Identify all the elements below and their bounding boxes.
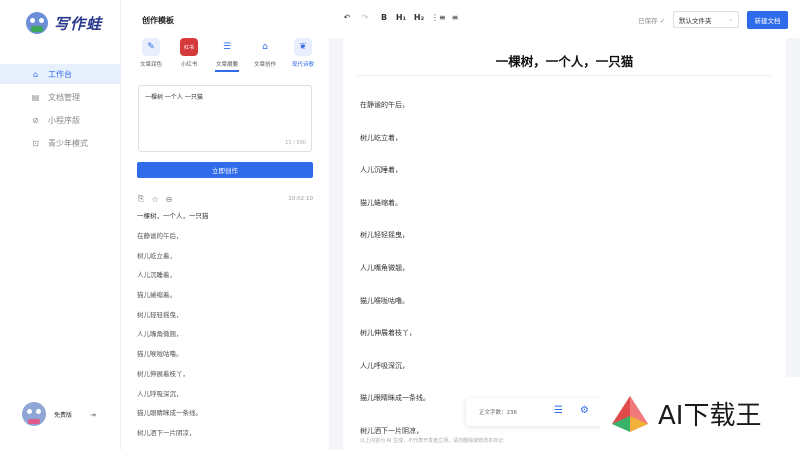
word-count-panel: 正文字数：236 ☰ ⚙ bbox=[466, 398, 606, 426]
template-modern-poetry[interactable]: ❦ 现代诗歌 bbox=[286, 38, 320, 72]
outline-icon[interactable]: ☰ bbox=[554, 405, 568, 419]
document-line: 树儿屹立着， bbox=[360, 133, 402, 142]
sidebar-item-label: 文档管理 bbox=[48, 92, 80, 102]
result-line: 人儿呼吸深沉， bbox=[137, 389, 183, 398]
ordered-list-icon[interactable]: ⋮≡ bbox=[431, 13, 446, 22]
template-article[interactable]: ⌂ 文章创作 bbox=[248, 38, 282, 72]
folder-select[interactable]: 默认文件夹 ⌄ bbox=[673, 11, 739, 28]
result-line: 树儿屹立着， bbox=[137, 251, 176, 260]
document-line: 猫儿蜷缩着。 bbox=[360, 198, 402, 207]
xiaohongshu-icon: 红书 bbox=[180, 38, 198, 56]
result-line: 在静谧的午后， bbox=[137, 232, 183, 240]
create-button[interactable]: 立即创作 bbox=[137, 162, 313, 178]
result-line: 树儿轻轻摇曳， bbox=[137, 310, 183, 319]
insert-icon[interactable]: ⊖ bbox=[165, 195, 173, 204]
prompt-input[interactable]: 一棵树 一个人 一只猫 11 / 500 bbox=[138, 85, 312, 152]
document-line: 猫儿眼睛眯成一条线。 bbox=[360, 394, 430, 403]
document-line: 人儿呼吸深沉， bbox=[360, 361, 409, 370]
redo-icon[interactable]: ↷ bbox=[359, 13, 371, 22]
result-time: 10:02:10 bbox=[288, 196, 313, 202]
miniprogram-icon: ⊘ bbox=[32, 115, 39, 125]
watermark-logo-icon bbox=[612, 395, 648, 432]
sidebar-nav: ⌂ 工作台 ▤ 文档管理 ⊘ 小程序版 ⊡ 青少年模式 bbox=[0, 64, 121, 156]
user-profile[interactable]: 免费版 bbox=[22, 402, 72, 426]
prompt-text[interactable]: 一棵树 一个人 一只猫 bbox=[145, 92, 203, 101]
document-title[interactable]: 一棵树，一个人，一只猫 bbox=[343, 51, 786, 70]
home-icon: ⌂ bbox=[32, 69, 39, 79]
result-actions: ⎘ ☆ ⊖ 10:02:10 bbox=[137, 194, 313, 204]
unordered-list-icon[interactable]: ≡ bbox=[449, 13, 461, 22]
new-document-button[interactable]: 新建文档 bbox=[747, 11, 788, 29]
document-line: 树儿轻轻摇曳， bbox=[360, 231, 409, 240]
watermark-text: AI下载王 bbox=[658, 401, 762, 431]
copy-icon[interactable]: ⎘ bbox=[137, 194, 145, 204]
teen-icon: ⊡ bbox=[32, 138, 39, 148]
list-icon: ☰ bbox=[222, 42, 232, 52]
result-line: 猫儿喉咙咕噜。 bbox=[137, 350, 183, 359]
document-line: 人儿沉睡着， bbox=[360, 166, 402, 175]
sidebar-item-teen-mode[interactable]: ⊡ 青少年模式 bbox=[0, 133, 121, 153]
undo-icon[interactable]: ↶ bbox=[341, 13, 353, 22]
result-line: 人儿嘴角微翘， bbox=[137, 330, 183, 339]
template-label: 小红书 bbox=[180, 62, 198, 68]
document-icon: ▤ bbox=[31, 92, 40, 102]
result-line: 猫儿蜷缩着。 bbox=[137, 291, 176, 300]
active-template-indicator bbox=[215, 70, 239, 72]
title-divider bbox=[357, 75, 771, 76]
result-line: 猫儿眼睛眯成一条线。 bbox=[137, 409, 202, 418]
bold-button[interactable]: B bbox=[378, 13, 390, 22]
format-icon[interactable]: ⚙ bbox=[580, 405, 594, 419]
brush-icon: ✎ bbox=[142, 38, 160, 56]
document-line: 树儿伸展着枝丫， bbox=[360, 329, 416, 338]
box-icon: ⌂ bbox=[262, 42, 268, 52]
template-label: 文章摘要 bbox=[215, 62, 238, 68]
sidebar-item-label: 青少年模式 bbox=[48, 138, 88, 148]
save-status: 已保存 ✓ bbox=[638, 17, 666, 25]
template-panel: 创作模板 ✎ 文章润色 红书 小红书 ☰ 文章摘要 ⌂ 文章创作 ❦ 现代诗歌 … bbox=[121, 0, 329, 450]
heading1-button[interactable]: H₁ bbox=[395, 13, 407, 22]
result-line: 人儿沉睡着， bbox=[137, 271, 176, 280]
app-name: 写作蛙 bbox=[54, 14, 103, 33]
template-label: 文章润色 bbox=[139, 62, 162, 68]
result-line: 树儿洒下一片阴凉， bbox=[137, 428, 196, 437]
sidebar-item-workbench[interactable]: ⌂ 工作台 bbox=[0, 64, 121, 84]
result-title: 一棵树，一个人，一只猫 bbox=[137, 212, 209, 220]
document-line: 猫儿喉咙咕噜。 bbox=[360, 296, 409, 305]
heading2-button[interactable]: H₂ bbox=[413, 13, 425, 22]
sidebar-item-label: 小程序版 bbox=[48, 115, 80, 125]
app-logo[interactable]: 写作蛙 bbox=[26, 12, 102, 34]
template-label: 现代诗歌 bbox=[291, 62, 314, 68]
logout-icon[interactable]: ⇥ bbox=[90, 411, 96, 419]
sidebar: 写作蛙 ⌂ 工作台 ▤ 文档管理 ⊘ 小程序版 ⊡ 青少年模式 免费版 ⇥ bbox=[0, 0, 121, 450]
chevron-down-icon: ⌄ bbox=[727, 16, 733, 23]
document-line: 人儿嘴角微翘， bbox=[360, 263, 409, 272]
watermark: AI下载王 bbox=[600, 377, 800, 450]
avatar[interactable] bbox=[22, 402, 46, 426]
result-body: 在静谧的午后， 树儿屹立着， 人儿沉睡着， 猫儿蜷缩着。 树儿轻轻摇曳， 人儿嘴… bbox=[137, 230, 202, 447]
folder-value: 默认文件夹 bbox=[679, 16, 712, 25]
document-body[interactable]: 在静谧的午后， 树儿屹立着， 人儿沉睡着， 猫儿蜷缩着。 树儿轻轻摇曳， 人儿嘴… bbox=[360, 100, 430, 450]
result-line: 树儿伸展着枝丫， bbox=[137, 369, 189, 378]
ai-disclaimer: 以上内容为 AI 生成，不代表开发者立场，请勿删除或修改本标记 bbox=[360, 438, 504, 444]
star-icon[interactable]: ☆ bbox=[151, 195, 159, 204]
sidebar-item-documents[interactable]: ▤ 文档管理 bbox=[0, 87, 121, 107]
frog-mascot-icon bbox=[26, 12, 48, 34]
template-summary[interactable]: ☰ 文章摘要 bbox=[210, 38, 244, 72]
template-polish[interactable]: ✎ 文章润色 bbox=[134, 38, 168, 72]
panel-title: 创作模板 bbox=[142, 16, 174, 25]
sidebar-item-label: 工作台 bbox=[48, 69, 72, 79]
user-plan: 免费版 bbox=[54, 411, 73, 419]
template-list: ✎ 文章润色 红书 小红书 ☰ 文章摘要 ⌂ 文章创作 ❦ 现代诗歌 bbox=[134, 38, 320, 72]
char-count: 11 / 500 bbox=[285, 140, 306, 146]
word-count: 正文字数：236 bbox=[479, 410, 517, 416]
template-xiaohongshu[interactable]: 红书 小红书 bbox=[172, 38, 206, 72]
document-line: 在静谧的午后， bbox=[360, 101, 409, 109]
template-label: 文章创作 bbox=[253, 62, 276, 68]
feather-icon: ❦ bbox=[294, 38, 312, 56]
sidebar-item-miniprogram[interactable]: ⊘ 小程序版 bbox=[0, 110, 121, 130]
